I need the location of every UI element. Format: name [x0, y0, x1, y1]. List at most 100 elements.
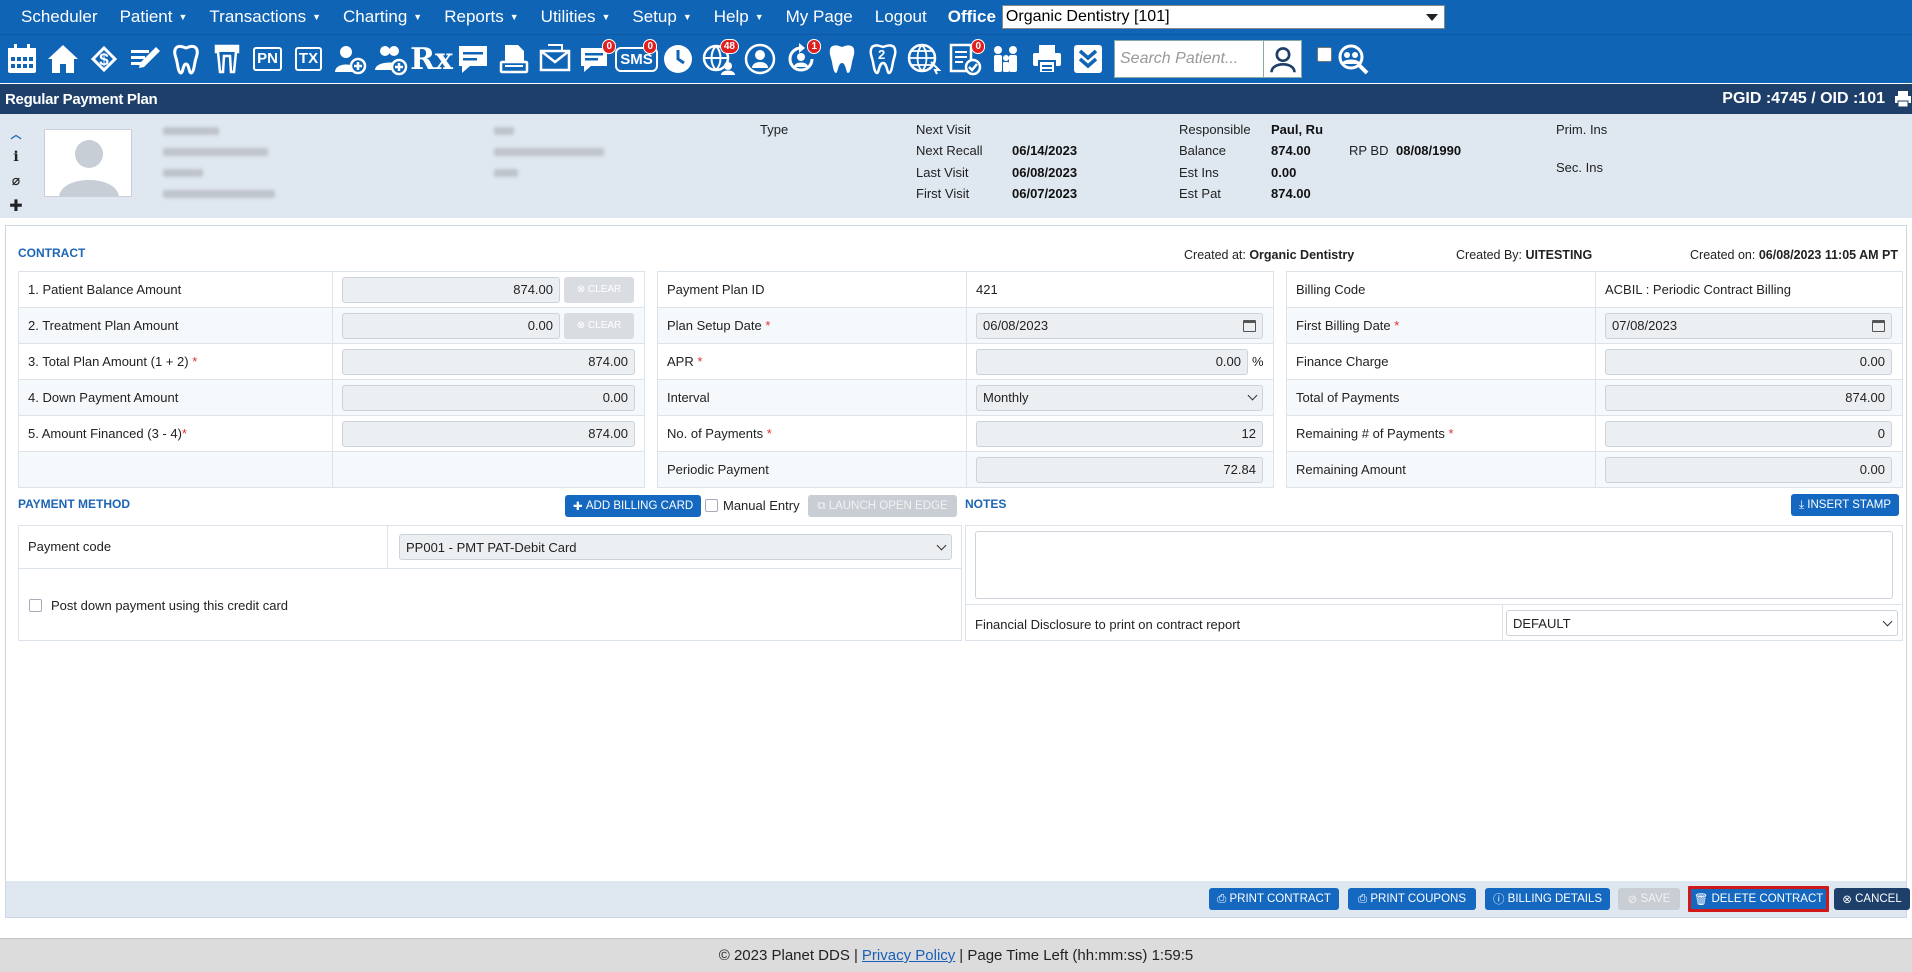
redacted-detail — [163, 169, 203, 177]
mail-icon[interactable] — [536, 39, 573, 79]
table-row: 3. Total Plan Amount (1 + 2) * 874.00 — [18, 343, 645, 380]
paperclip-icon[interactable]: ⌀ — [12, 172, 20, 189]
print-contract-button[interactable]: ⎙ PRINT CONTRACT — [1209, 888, 1339, 910]
user-search-icon — [1269, 47, 1296, 73]
menu-transactions[interactable]: Transactions ▼ — [198, 7, 332, 27]
caret-icon: ▼ — [178, 12, 188, 22]
forms-icon[interactable]: 0 — [946, 39, 985, 79]
calendar-icon[interactable] — [1872, 319, 1885, 332]
calendar-icon[interactable] — [1243, 319, 1256, 332]
chat-notes-icon[interactable] — [454, 39, 491, 79]
finance-charge-input[interactable]: 0.00 — [1605, 348, 1892, 375]
menu-my-page[interactable]: My Page — [775, 7, 864, 27]
menu-utilities[interactable]: Utilities ▼ — [530, 7, 622, 27]
menu-scheduler[interactable]: Scheduler — [10, 7, 109, 27]
rp-bd-value: 08/08/1990 — [1396, 143, 1462, 158]
remaining-num-label: Remaining # of Payments * — [1286, 415, 1596, 452]
add-patient-icon[interactable] — [331, 39, 368, 79]
privacy-policy-link[interactable]: Privacy Policy — [862, 947, 955, 964]
insert-stamp-button[interactable]: ⤓ INSERT STAMP — [1791, 494, 1899, 516]
clear-treatment-plan-button[interactable]: ⊗ CLEAR — [564, 312, 634, 339]
menu-setup[interactable]: Setup ▼ — [621, 7, 702, 27]
financial-disclosure-select[interactable]: DEFAULT — [1506, 610, 1898, 636]
redacted-detail — [494, 169, 518, 177]
expand-more-icon[interactable] — [1069, 39, 1106, 79]
manual-entry-checkbox[interactable] — [705, 499, 718, 512]
payment-code-select[interactable]: PP001 - PMT PAT-Debit Card — [399, 534, 952, 560]
add-family-member-icon[interactable] — [372, 39, 409, 79]
tooth-outline-icon[interactable] — [823, 39, 860, 79]
clear-patient-balance-button[interactable]: ⊗ CLEAR — [564, 276, 634, 303]
total-plan-input[interactable]: 874.00 — [342, 348, 635, 375]
interval-select[interactable]: Monthly — [976, 384, 1263, 411]
prescription-icon[interactable]: Rx — [410, 39, 453, 79]
print-icon[interactable] — [1894, 90, 1912, 108]
launch-open-edge-button[interactable]: ⧉ LAUNCH OPEN EDGE — [808, 495, 957, 517]
billing-details-button[interactable]: ⓘ BILLING DETAILS — [1485, 888, 1610, 910]
apr-input[interactable]: 0.00 — [976, 348, 1248, 375]
down-payment-input[interactable]: 0.00 — [342, 384, 635, 411]
menu-charting[interactable]: Charting ▼ — [332, 7, 433, 27]
calendar-icon[interactable] — [3, 39, 40, 79]
treatment-plan-icon[interactable]: TX — [290, 39, 327, 79]
treatment-plan-input[interactable]: 0.00 — [342, 312, 560, 339]
web-patients-icon[interactable]: 48 — [700, 39, 739, 79]
plus-icon[interactable]: ✚ — [9, 196, 22, 216]
amount-financed-input[interactable]: 874.00 — [342, 420, 635, 447]
responsible-label: Responsible — [1179, 122, 1251, 137]
recall-icon[interactable]: 1 — [782, 39, 821, 79]
post-down-payment-label: Post down payment using this credit card — [51, 598, 289, 613]
patient-search-button[interactable] — [1264, 40, 1302, 78]
setup-date-input[interactable]: 06/08/2023 — [976, 312, 1263, 339]
finance-charge-label: Finance Charge — [1286, 343, 1596, 380]
patient-search-input[interactable]: Search Patient... — [1114, 40, 1264, 78]
document-print-icon[interactable] — [495, 39, 532, 79]
tooth-icon[interactable] — [167, 39, 204, 79]
user-network-icon[interactable] — [741, 39, 778, 79]
office-select[interactable]: Organic Dentistry [101] — [1001, 5, 1445, 29]
delete-contract-button[interactable]: 🗑 DELETE CONTRACT — [1688, 886, 1829, 912]
home-icon[interactable] — [44, 39, 81, 79]
cancel-button[interactable]: ⊗ CANCEL — [1834, 888, 1910, 910]
edit-notes-icon[interactable] — [126, 39, 163, 79]
progress-notes-icon[interactable]: PN — [249, 39, 286, 79]
add-billing-card-button[interactable]: ✚ ADD BILLING CARD — [565, 495, 702, 517]
num-payments-input[interactable]: 12 — [976, 420, 1263, 447]
menu-logout[interactable]: Logout — [864, 7, 938, 27]
dollar-transactions-icon[interactable]: $ — [85, 39, 122, 79]
total-payments-input[interactable]: 874.00 — [1605, 384, 1892, 411]
first-billing-date-input[interactable]: 07/08/2023 — [1605, 312, 1892, 339]
remaining-num-input[interactable]: 0 — [1605, 420, 1892, 447]
group-search-icon[interactable] — [1334, 39, 1371, 79]
sms-badge: 0 — [643, 39, 657, 54]
clock-icon[interactable] — [659, 39, 696, 79]
patient-balance-input[interactable]: 874.00 — [342, 276, 560, 303]
globe-icon[interactable] — [905, 39, 942, 79]
menu-patient[interactable]: Patient ▼ — [109, 7, 199, 27]
periodic-payment-input[interactable]: 72.84 — [976, 456, 1263, 483]
page-ids: PGID :4745 / OID :101 — [1722, 90, 1885, 107]
menu-help[interactable]: Help ▼ — [703, 7, 775, 27]
save-button[interactable]: ⊘ SAVE — [1618, 888, 1680, 910]
total-payments-label: Total of Payments — [1286, 379, 1596, 416]
contract-section-title: CONTRACT — [18, 246, 86, 260]
toolbar-checkbox[interactable] — [1317, 46, 1332, 62]
remaining-amount-input[interactable]: 0.00 — [1605, 456, 1892, 483]
menu-reports[interactable]: Reports ▼ — [433, 7, 529, 27]
sms-icon[interactable]: SMS 0 — [615, 39, 658, 79]
collapse-chevron-icon[interactable]: ︿ — [11, 126, 22, 142]
tooth-chart-icon[interactable] — [208, 39, 245, 79]
office-label: Office — [947, 7, 996, 26]
tooth-number-icon[interactable]: 2 — [864, 39, 901, 79]
printer-icon[interactable] — [1028, 39, 1065, 79]
post-down-payment-checkbox[interactable] — [29, 599, 42, 612]
table-row: Remaining Amount 0.00 — [1286, 451, 1903, 488]
payment-method-title: PAYMENT METHOD — [18, 497, 131, 511]
last-visit-value: 06/08/2023 — [1012, 165, 1078, 180]
family-icon[interactable] — [987, 39, 1024, 79]
info-icon[interactable]: i — [13, 149, 18, 165]
messages-icon[interactable]: 0 — [577, 39, 616, 79]
table-row: APR * 0.00% — [657, 343, 1274, 380]
notes-textarea[interactable] — [975, 531, 1893, 599]
print-coupons-button[interactable]: ⎙ PRINT COUPONS — [1348, 888, 1476, 910]
